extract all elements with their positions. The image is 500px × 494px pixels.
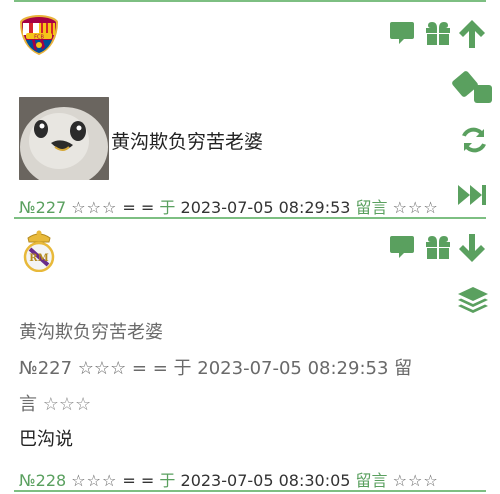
layers-icon[interactable] <box>457 286 489 316</box>
comment-icon[interactable] <box>389 234 415 260</box>
post-2-text: 巴沟说 <box>19 429 73 450</box>
arrow-down-icon[interactable] <box>457 233 487 263</box>
quoted-liuyan: 言 <box>19 394 37 415</box>
duck-photo <box>19 97 109 180</box>
dice-icon[interactable] <box>452 70 494 106</box>
reply-link[interactable]: 留言 <box>356 471 388 490</box>
post-1-meta: №227 ☆☆☆ = = 于 2023-07-05 08:29:53 留言 ☆☆… <box>19 194 439 218</box>
fast-forward-icon[interactable] <box>457 183 489 207</box>
svg-text:FCB: FCB <box>34 35 44 41</box>
eq-text: = = <box>122 198 155 217</box>
arrow-up-icon[interactable] <box>457 19 487 49</box>
gift-icon[interactable] <box>424 233 452 261</box>
post-image-thumbnail[interactable] <box>19 97 109 180</box>
bottom-divider <box>14 490 486 492</box>
rating-stars[interactable]: ☆☆☆ <box>71 198 117 217</box>
post-divider <box>14 217 486 219</box>
svg-text:RM: RM <box>29 253 48 264</box>
yu-text: 于 <box>159 471 176 490</box>
real-madrid-crest-avatar[interactable]: RM <box>22 228 56 272</box>
reply-stars[interactable]: ☆☆☆ <box>393 198 439 217</box>
barcelona-crest-avatar[interactable]: FCB <box>18 14 60 56</box>
yu-text: 于 <box>159 198 176 217</box>
rating-stars[interactable]: ☆☆☆ <box>71 471 117 490</box>
post-id-link[interactable]: №228 <box>19 471 66 490</box>
post-1-text: 黄沟欺负穷苦老婆 <box>111 131 264 153</box>
quoted-post-text: 黄沟欺负穷苦老婆 <box>19 322 163 343</box>
gift-icon[interactable] <box>424 19 452 47</box>
timestamp: 2023-07-05 08:30:05 <box>180 471 351 490</box>
quoted-post-meta-line2: 言 ☆☆☆ <box>19 390 91 416</box>
post-2-meta: №228 ☆☆☆ = = 于 2023-07-05 08:30:05 留言 ☆☆… <box>19 467 439 491</box>
post-id-link[interactable]: №227 <box>19 198 66 217</box>
eq-text: = = <box>122 471 155 490</box>
quoted-stars: ☆☆☆ <box>42 394 92 415</box>
refresh-icon[interactable] <box>459 125 489 155</box>
comment-icon[interactable] <box>389 20 415 46</box>
reply-stars[interactable]: ☆☆☆ <box>393 471 439 490</box>
reply-link[interactable]: 留言 <box>356 198 388 217</box>
quoted-post-meta-line1: №227 ☆☆☆ = = 于 2023-07-05 08:29:53 留 <box>19 358 413 379</box>
top-divider <box>14 0 486 2</box>
timestamp: 2023-07-05 08:29:53 <box>180 198 351 217</box>
